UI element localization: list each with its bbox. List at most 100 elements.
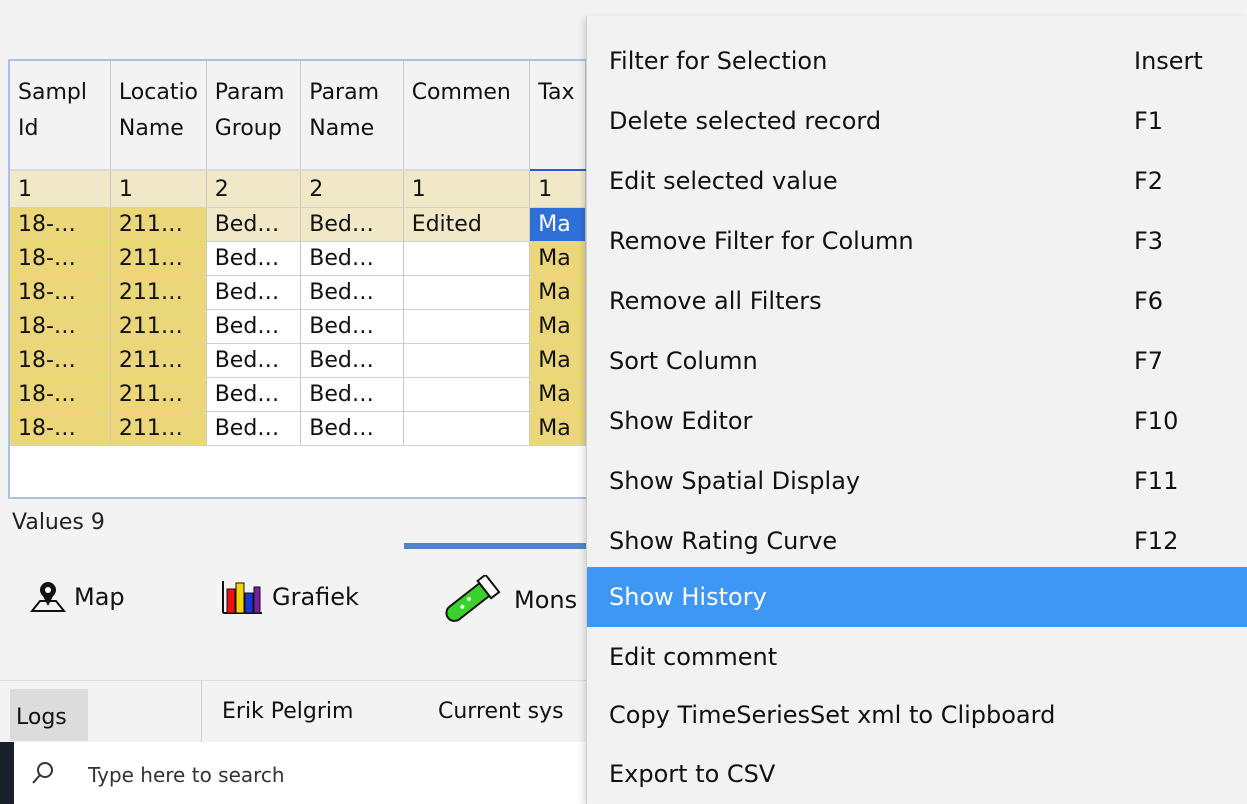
table-cell[interactable]: Bed… (206, 207, 302, 242)
context-menu: Filter for Selection Insert Delete selec… (586, 16, 1247, 804)
taskbar-search-input[interactable]: Type here to search (88, 763, 285, 787)
table-cell[interactable]: 18-… (10, 241, 111, 276)
table-row[interactable]: 18-… 211… Bed… Bed… Edited Ma (10, 207, 586, 242)
table-cell[interactable]: Ma (529, 241, 586, 276)
column-header-sample-id[interactable]: Sampl Id (10, 61, 111, 170)
menu-item-sort-column[interactable]: Sort Column F7 (587, 331, 1247, 391)
table-cell[interactable] (403, 275, 531, 310)
menu-item-label: Remove Filter for Column (609, 227, 914, 255)
table-cell[interactable]: 18-… (10, 309, 111, 344)
table-cell[interactable]: Bed… (300, 377, 404, 412)
taskbar-edge (0, 742, 14, 804)
menu-item-label: Edit selected value (609, 167, 838, 195)
table-cell[interactable]: 211… (110, 377, 207, 412)
count-cell[interactable]: 1 (10, 169, 111, 208)
menu-item-remove-filter-for-column[interactable]: Remove Filter for Column F3 (587, 211, 1247, 271)
menu-item-show-editor[interactable]: Show Editor F10 (587, 391, 1247, 451)
table-cell[interactable]: Bed… (206, 241, 302, 276)
table-cell[interactable]: 211… (110, 241, 207, 276)
table-cell[interactable]: Bed… (206, 411, 302, 446)
table-cell[interactable]: 211… (110, 275, 207, 310)
menu-item-filter-for-selection[interactable]: Filter for Selection Insert (587, 31, 1247, 91)
monster-button[interactable]: Mons (436, 575, 577, 625)
table-cell[interactable]: Edited (403, 207, 531, 242)
menu-item-label: Edit comment (609, 643, 778, 671)
table-cell[interactable]: Ma (529, 343, 586, 378)
search-icon (32, 762, 53, 784)
table-cell[interactable]: 18-… (10, 343, 111, 378)
table-row[interactable]: 18-… 211… Bed… Bed… Ma (10, 309, 586, 344)
menu-item-copy-timeseriesset-xml[interactable]: Copy TimeSeriesSet xml to Clipboard (587, 685, 1247, 745)
column-header-location-name[interactable]: Locatio Name (110, 61, 207, 170)
table-cell[interactable]: 211… (110, 343, 207, 378)
current-system-label: Current sys (438, 699, 564, 724)
table-cell[interactable]: Ma (529, 377, 586, 412)
data-table-panel: Sampl Id Locatio Name Param Group Param Name… (8, 59, 588, 499)
table-row[interactable]: 18-… 211… Bed… Bed… Ma (10, 275, 586, 310)
menu-item-label: Show Spatial Display (609, 467, 861, 495)
menu-item-shortcut: F6 (1134, 287, 1164, 315)
grafiek-button[interactable]: Grafiek (220, 579, 359, 615)
count-cell[interactable]: 1 (110, 169, 207, 208)
menu-item-shortcut: F11 (1134, 467, 1179, 495)
table-cell[interactable] (403, 343, 531, 378)
logs-tab[interactable]: Logs (10, 689, 88, 741)
table-cell[interactable]: 18-… (10, 275, 111, 310)
table-cell[interactable]: 18-… (10, 377, 111, 412)
column-header-param-group[interactable]: Param Group (206, 61, 302, 170)
menu-item-export-to-csv[interactable]: Export to CSV (587, 744, 1247, 804)
table-cell[interactable]: Bed… (206, 377, 302, 412)
table-cell[interactable]: 211… (110, 309, 207, 344)
menu-item-delete-selected-record[interactable]: Delete selected record F1 (587, 91, 1247, 151)
table-row[interactable]: 18-… 211… Bed… Bed… Ma (10, 343, 586, 378)
table-cell[interactable]: Bed… (206, 343, 302, 378)
table-cell[interactable]: 18-… (10, 411, 111, 446)
table-row[interactable]: 18-… 211… Bed… Bed… Ma (10, 411, 586, 446)
table-cell[interactable] (403, 411, 531, 446)
menu-item-label: Sort Column (609, 347, 758, 375)
menu-item-remove-all-filters[interactable]: Remove all Filters F6 (587, 271, 1247, 331)
menu-item-show-spatial-display[interactable]: Show Spatial Display F11 (587, 451, 1247, 511)
count-cell[interactable]: 2 (300, 169, 404, 208)
table-row[interactable]: 18-… 211… Bed… Bed… Ma (10, 377, 586, 412)
menu-item-label: Delete selected record (609, 107, 882, 135)
table-cell[interactable]: Bed… (300, 207, 404, 242)
table-cell[interactable]: Ma (529, 275, 586, 310)
table-cell[interactable]: 18-… (10, 207, 111, 242)
table-cell[interactable]: Bed… (206, 309, 302, 344)
column-header-param-name[interactable]: Param Name (300, 61, 404, 170)
count-cell[interactable]: 1 (529, 169, 586, 208)
column-header-comment[interactable]: Commen (403, 61, 531, 170)
column-header-taxon[interactable]: Tax (529, 61, 586, 170)
table-cell[interactable]: Bed… (300, 309, 404, 344)
test-tube-icon (445, 575, 501, 622)
table-header-row: Sampl Id Locatio Name Param Group Param Name… (10, 61, 586, 170)
table-cell[interactable] (403, 309, 531, 344)
map-label: Map (74, 583, 125, 611)
table-cell[interactable]: Ma (529, 309, 586, 344)
table-cell[interactable]: Bed… (300, 343, 404, 378)
table-cell[interactable] (403, 377, 531, 412)
menu-item-show-rating-curve[interactable]: Show Rating Curve F12 (587, 511, 1247, 571)
table-cell[interactable]: Bed… (206, 275, 302, 310)
menu-item-edit-selected-value[interactable]: Edit selected value F2 (587, 151, 1247, 211)
table-cell[interactable] (403, 241, 531, 276)
menu-item-label: Show Rating Curve (609, 527, 838, 555)
table-cell[interactable]: Bed… (300, 241, 404, 276)
table-cell[interactable]: Bed… (300, 275, 404, 310)
bar-chart-icon (222, 581, 262, 614)
table-cell[interactable]: 211… (110, 207, 207, 242)
count-cell[interactable]: 2 (206, 169, 302, 208)
table-cell[interactable]: Ma (529, 411, 586, 446)
table-cell[interactable]: Bed… (300, 411, 404, 446)
table-cell[interactable]: 211… (110, 411, 207, 446)
map-button[interactable]: Map (30, 579, 125, 615)
selected-cell[interactable]: Ma (529, 207, 586, 242)
data-table: Sampl Id Locatio Name Param Group Param Name… (10, 61, 586, 446)
menu-item-show-history[interactable]: Show History (587, 567, 1247, 627)
menu-item-edit-comment[interactable]: Edit comment (587, 627, 1247, 687)
menu-item-shortcut: F1 (1134, 107, 1164, 135)
count-cell[interactable]: 1 (403, 169, 531, 208)
menu-item-label: Show History (609, 583, 767, 611)
table-row[interactable]: 18-… 211… Bed… Bed… Ma (10, 241, 586, 276)
